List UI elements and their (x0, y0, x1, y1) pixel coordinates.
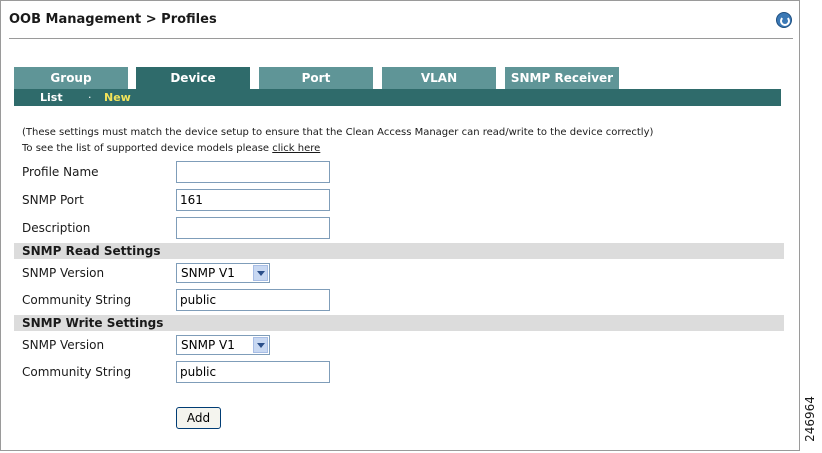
read-community-string-input[interactable] (176, 289, 330, 311)
help-icon[interactable] (776, 12, 792, 28)
sub-nav-bar: List · New (14, 89, 781, 106)
snmp-write-settings-header: SNMP Write Settings (14, 315, 784, 331)
tab-vlan[interactable]: VLAN (382, 67, 496, 89)
title-divider (9, 38, 793, 39)
add-button[interactable]: Add (176, 407, 221, 429)
profile-name-label: Profile Name (22, 165, 99, 179)
write-community-string-label: Community String (22, 365, 132, 379)
figure-code-text: 246964 (802, 396, 817, 442)
tab-snmp-receiver[interactable]: SNMP Receiver (505, 67, 619, 89)
tab-port[interactable]: Port (259, 67, 373, 89)
figure-code: 246964 (803, 390, 822, 450)
read-community-string-label: Community String (22, 293, 132, 307)
subnav-new-link[interactable]: New (104, 89, 131, 106)
description-input[interactable] (176, 217, 330, 239)
chevron-down-icon[interactable] (253, 265, 268, 281)
page-title: OOB Management > Profiles (9, 12, 217, 27)
snmp-read-settings-header: SNMP Read Settings (14, 243, 784, 259)
read-snmp-version-select[interactable]: SNMP V1 (176, 263, 270, 283)
write-snmp-version-select[interactable]: SNMP V1 (176, 335, 270, 355)
snmp-write-settings-title: SNMP Write Settings (22, 316, 164, 330)
description-label: Description (22, 221, 91, 235)
write-community-string-input[interactable] (176, 361, 330, 383)
profile-name-input[interactable] (176, 161, 330, 183)
snmp-read-settings-title: SNMP Read Settings (22, 244, 161, 258)
subnav-separator: · (88, 91, 92, 104)
subnav-list-link[interactable]: List (40, 89, 63, 106)
click-here-link[interactable]: click here (272, 143, 320, 154)
supported-models-text: To see the list of supported device mode… (22, 143, 273, 154)
read-snmp-version-label: SNMP Version (22, 266, 105, 280)
snmp-port-label: SNMP Port (22, 193, 84, 207)
supported-models-note: To see the list of supported device mode… (22, 143, 320, 154)
snmp-port-input[interactable] (176, 189, 330, 211)
tab-device[interactable]: Device (136, 67, 250, 89)
settings-note: (These settings must match the device se… (22, 127, 654, 138)
write-snmp-version-value: SNMP V1 (181, 338, 235, 352)
write-snmp-version-label: SNMP Version (22, 338, 105, 352)
tab-group[interactable]: Group (14, 67, 128, 89)
chevron-down-icon[interactable] (253, 337, 268, 353)
read-snmp-version-value: SNMP V1 (181, 266, 235, 280)
page-frame: OOB Management > Profiles Group Device P… (0, 0, 800, 451)
